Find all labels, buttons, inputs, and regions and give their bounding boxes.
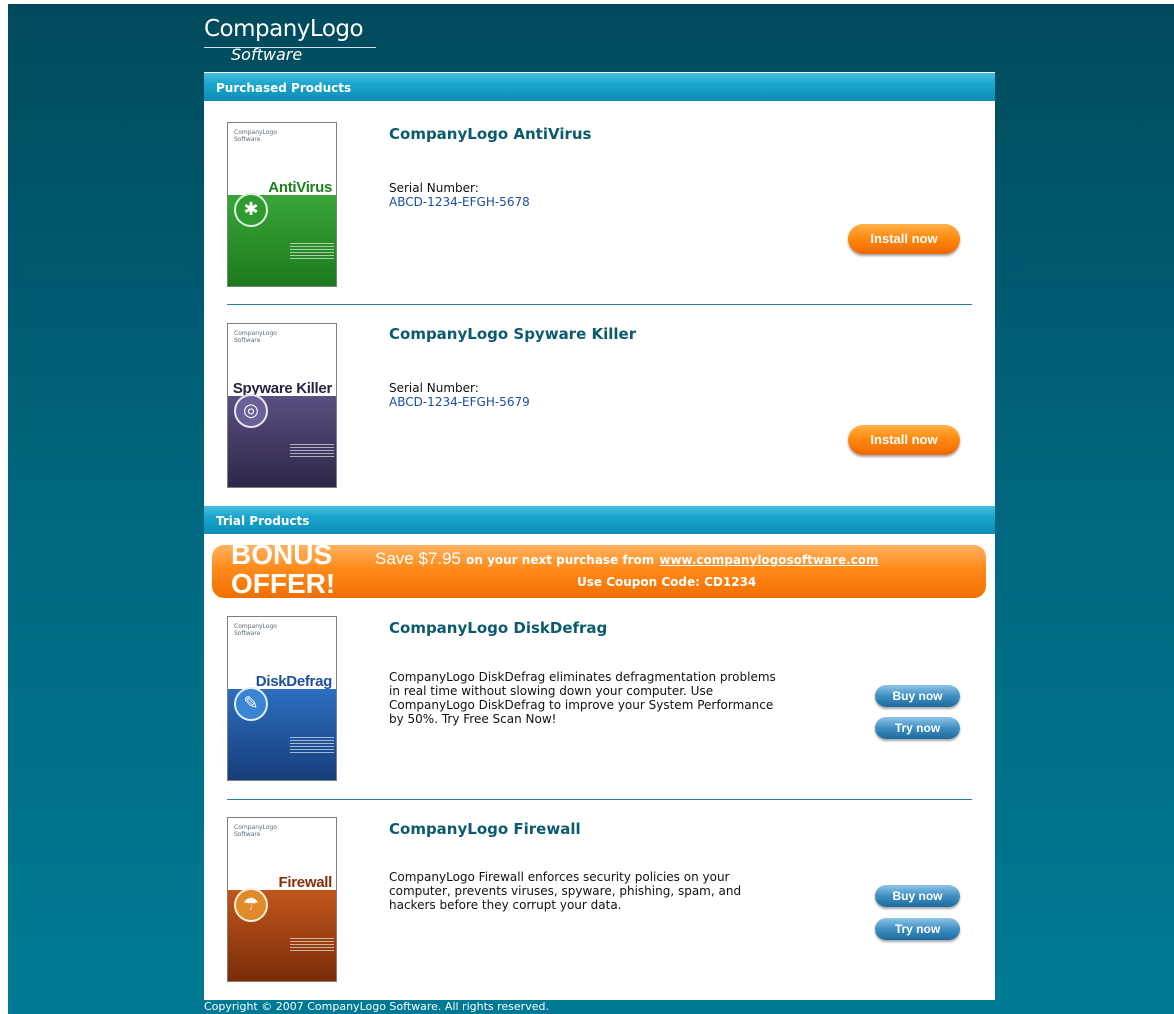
box-brand: CompanyLogo Software <box>234 330 277 344</box>
box-fineprint <box>290 936 334 972</box>
antivirus-bug-icon: ✱ <box>234 193 268 227</box>
serial-label: Serial Number: <box>389 381 479 395</box>
target-icon: ◎ <box>234 394 268 428</box>
box-brand: CompanyLogo Software <box>234 824 277 838</box>
offer-word: OFFER! <box>231 568 336 599</box>
try-now-button[interactable]: Try now <box>875 918 960 940</box>
wrench-icon: ✎ <box>234 687 268 721</box>
divider <box>227 799 972 800</box>
box-title: DiskDefrag <box>255 673 333 690</box>
box-brand: CompanyLogo Software <box>234 623 277 637</box>
product-name: CompanyLogo Spyware Killer <box>389 325 637 343</box>
buy-now-button[interactable]: Buy now <box>875 685 960 707</box>
serial-number: ABCD-1234-EFGH-5679 <box>389 395 530 409</box>
company-logo[interactable]: CompanyLogo Software <box>204 14 382 66</box>
buy-now-button[interactable]: Buy now <box>875 885 960 907</box>
install-now-button[interactable]: Install now <box>848 425 960 455</box>
serial-number: ABCD-1234-EFGH-5678 <box>389 195 530 209</box>
box-title: AntiVirus <box>268 179 332 196</box>
bonus-offer-banner[interactable]: BONUS OFFER! Save $7.95 on your next pur… <box>212 545 986 598</box>
antivirus-box-image: CompanyLogo Software AntiVirus ✱ <box>227 122 337 287</box>
product-name: CompanyLogo AntiVirus <box>389 125 592 143</box>
box-fineprint <box>290 442 334 478</box>
product-description: CompanyLogo Firewall enforces security p… <box>389 870 742 912</box>
copyright-footer: Copyright © 2007 CompanyLogo Software. A… <box>204 1000 549 1013</box>
logo-subtitle: Software <box>231 45 303 64</box>
box-brand: CompanyLogo Software <box>234 129 277 143</box>
save-amount: Save $7.95 <box>375 549 462 568</box>
umbrella-icon: ☂ <box>234 888 268 922</box>
bonus-word: BONUS <box>231 545 333 570</box>
logo-wordmark: CompanyLogo <box>204 16 364 42</box>
save-text: on your next purchase from <box>466 553 655 567</box>
coupon-code: Use Coupon Code: CD1234 <box>577 575 757 589</box>
try-now-button[interactable]: Try now <box>875 717 960 739</box>
box-fineprint <box>290 735 334 771</box>
product-description: CompanyLogo DiskDefrag eliminates defrag… <box>389 670 776 726</box>
purchased-section-header: Purchased Products <box>204 73 995 101</box>
box-title: Firewall <box>278 874 333 891</box>
trial-section-header: Trial Products <box>204 506 995 534</box>
divider <box>227 304 972 305</box>
diskdefrag-box-image: CompanyLogo Software DiskDefrag ✎ <box>227 616 337 781</box>
box-fineprint <box>290 241 334 277</box>
install-now-button[interactable]: Install now <box>848 224 960 254</box>
store-link[interactable]: www.companylogosoftware.com <box>659 553 878 567</box>
serial-label: Serial Number: <box>389 181 479 195</box>
spyware-killer-box-image: CompanyLogo Software Spyware Killer ◎ <box>227 323 337 488</box>
save-line: Save $7.95 on your next purchase from ww… <box>375 549 879 569</box>
product-name: CompanyLogo Firewall <box>389 820 581 838</box>
firewall-box-image: CompanyLogo Software Firewall ☂ <box>227 817 337 982</box>
product-name: CompanyLogo DiskDefrag <box>389 619 608 637</box>
